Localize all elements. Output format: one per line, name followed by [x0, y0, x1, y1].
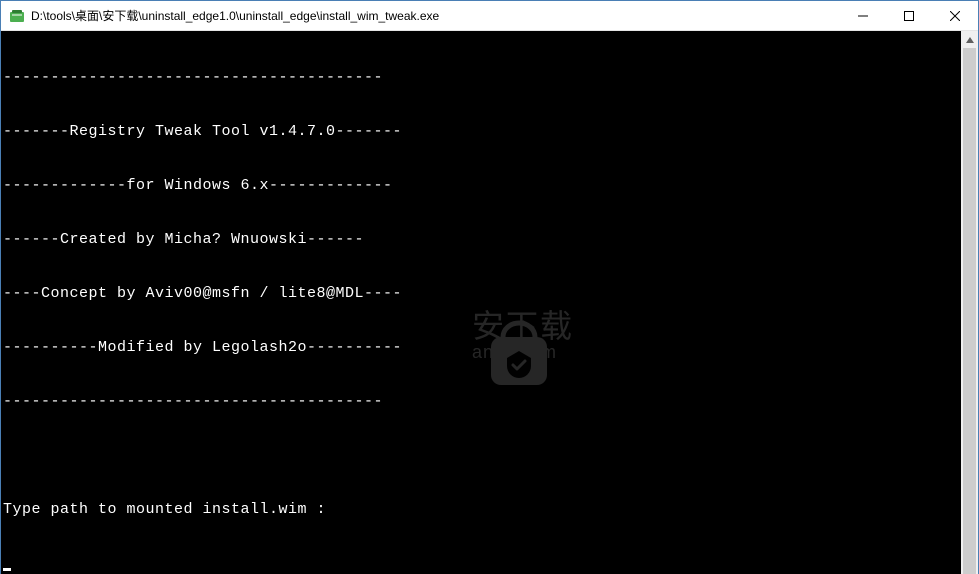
close-button[interactable] [932, 1, 978, 30]
content-area: ----------------------------------------… [1, 31, 978, 574]
console-line: ----------Modified by Legolash2o--------… [3, 339, 961, 357]
app-icon [9, 8, 25, 24]
window-controls [840, 1, 978, 30]
console-line: -------------for Windows 6.x------------… [3, 177, 961, 195]
watermark: 安下载 anxz.com [388, 301, 574, 373]
vertical-scrollbar[interactable] [961, 31, 978, 574]
console-cursor-line [3, 555, 961, 573]
watermark-bag-icon [388, 301, 460, 373]
scrollbar-thumb[interactable] [963, 48, 976, 574]
console-line: ----Concept by Aviv00@msfn / lite8@MDL--… [3, 285, 961, 303]
watermark-text-top: 安下载 [472, 310, 574, 342]
console-line: ---------------------------------------- [3, 393, 961, 411]
application-window: D:\tools\桌面\安下载\uninstall_edge1.0\uninst… [0, 0, 979, 574]
console-output[interactable]: ----------------------------------------… [1, 31, 961, 574]
minimize-button[interactable] [840, 1, 886, 30]
titlebar[interactable]: D:\tools\桌面\安下载\uninstall_edge1.0\uninst… [1, 1, 978, 31]
maximize-button[interactable] [886, 1, 932, 30]
console-line: -------Registry Tweak Tool v1.4.7.0-----… [3, 123, 961, 141]
console-line [3, 447, 961, 465]
console-line: ---------------------------------------- [3, 69, 961, 87]
window-title: D:\tools\桌面\安下载\uninstall_edge1.0\uninst… [31, 7, 840, 24]
console-line: ------Created by Micha? Wnuowski------ [3, 231, 961, 249]
console-line: Type path to mounted install.wim : [3, 501, 961, 519]
scroll-up-button[interactable] [961, 31, 978, 48]
text-cursor [3, 568, 11, 571]
scrollbar-track[interactable] [961, 48, 978, 574]
